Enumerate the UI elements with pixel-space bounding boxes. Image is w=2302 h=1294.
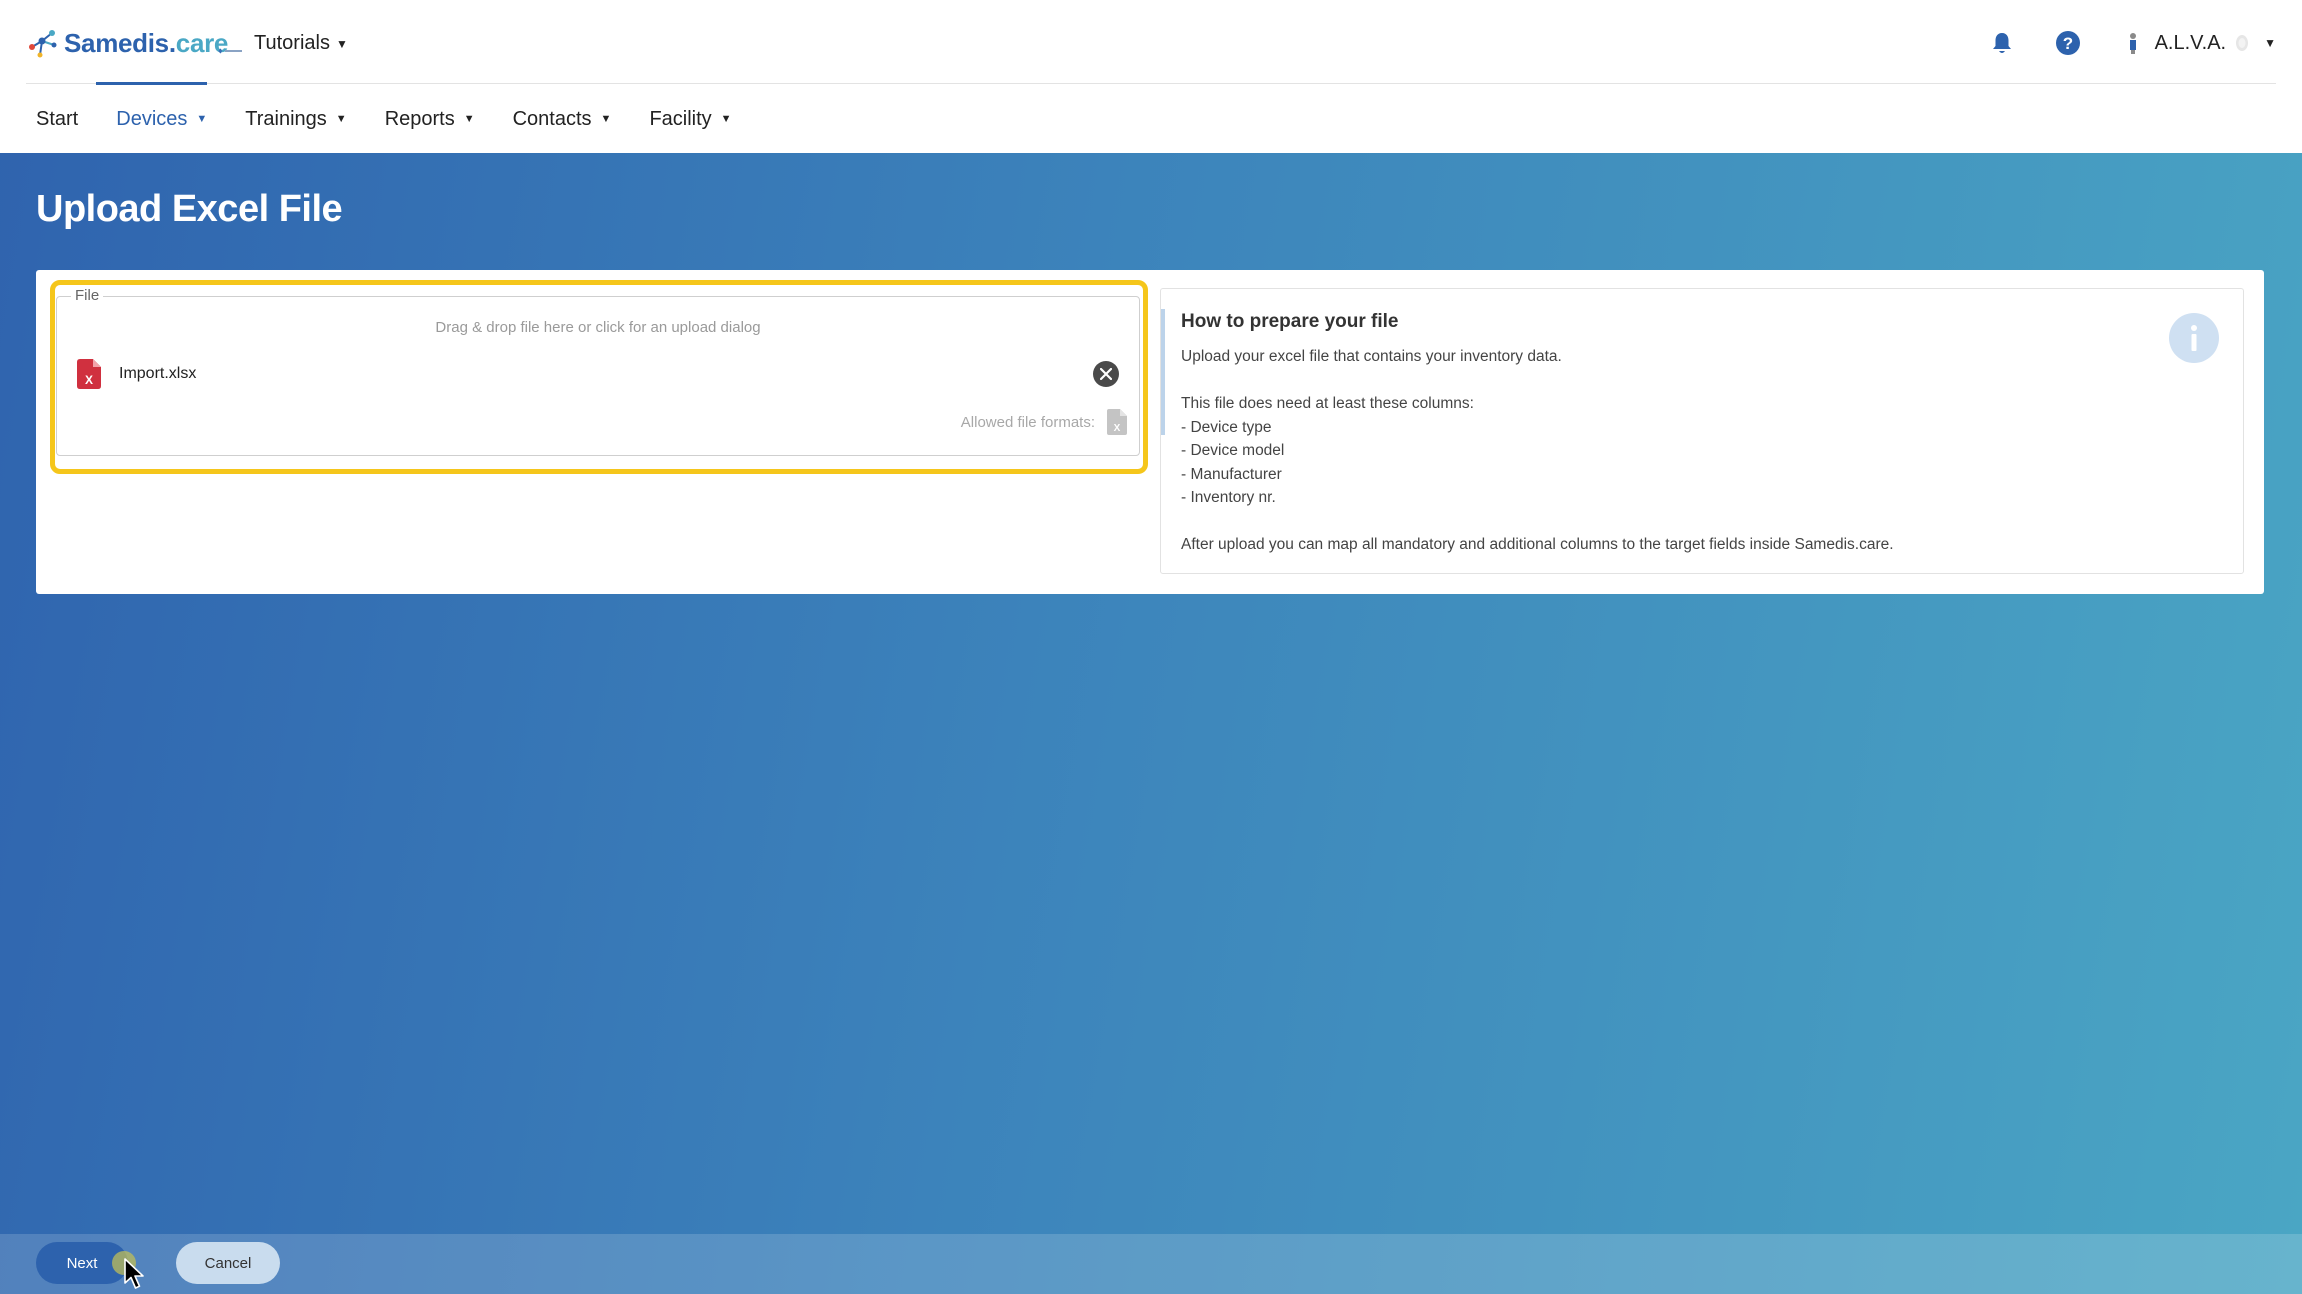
- allowed-formats-label: Allowed file formats:: [960, 413, 1095, 431]
- nav-devices[interactable]: Devices ▼: [116, 108, 207, 131]
- chevron-down-icon: ▼: [335, 36, 348, 51]
- file-field-label: File: [71, 287, 104, 304]
- instructions-line: This file does need at least these colum…: [1181, 395, 1474, 412]
- svg-text:X: X: [85, 373, 93, 387]
- svg-text:?: ?: [2062, 34, 2072, 53]
- user-avatar-icon: [2236, 35, 2249, 51]
- nav-facility-label: Facility: [649, 107, 712, 130]
- chevron-down-icon: ▼: [720, 113, 732, 125]
- tenant-name: Tutorials: [254, 32, 330, 54]
- instructions-line: [1181, 510, 1894, 534]
- remove-file-button[interactable]: [1093, 361, 1119, 387]
- svg-text:X: X: [1114, 423, 1121, 434]
- instructions-line: Upload your excel file that contains you…: [1181, 348, 1562, 365]
- instructions-text: Upload your excel file that contains you…: [1181, 345, 1894, 557]
- header-actions: ? A.L.V.A. ▼: [1953, 26, 2276, 60]
- help-icon[interactable]: ?: [2051, 26, 2085, 60]
- instructions-line: After upload you can map all mandatory a…: [1181, 536, 1894, 553]
- nav-reports[interactable]: Reports ▼: [385, 108, 475, 131]
- tenant-logo-icon: [218, 39, 244, 53]
- chevron-down-icon: ▼: [600, 113, 612, 125]
- user-name: A.L.V.A.: [2154, 31, 2227, 54]
- tenant-selector[interactable]: Tutorials ▼: [218, 32, 348, 55]
- instructions-line: - Device type: [1181, 418, 1272, 436]
- close-icon: [1100, 368, 1112, 380]
- nav-trainings-label: Trainings: [245, 107, 327, 130]
- file-name: Import.xlsx: [119, 365, 197, 382]
- mouse-cursor-icon: [124, 1258, 144, 1289]
- instructions-title: How to prepare your file: [1181, 311, 1399, 332]
- page-title: Upload Excel File: [36, 188, 343, 230]
- nav-start[interactable]: Start: [36, 108, 78, 131]
- file-dropzone[interactable]: File Drag & drop file here or click for …: [56, 287, 1140, 456]
- user-menu[interactable]: A.L.V.A. ▼: [2125, 32, 2276, 55]
- excel-format-icon: X: [1107, 409, 1127, 435]
- instructions-line: [1181, 369, 1894, 393]
- uploaded-file-item: X Import.xlsx: [77, 359, 196, 389]
- user-icon: [2129, 33, 2136, 54]
- instructions-line: - Inventory nr.: [1181, 489, 1276, 506]
- active-section-indicator: [96, 82, 207, 85]
- bell-icon[interactable]: [1985, 26, 2019, 60]
- nav-contacts[interactable]: Contacts ▼: [513, 108, 612, 131]
- instructions-line: - Device model: [1181, 442, 1285, 459]
- instructions-panel: How to prepare your file Upload your exc…: [1160, 288, 2244, 574]
- action-footer: Next Cancel: [0, 1234, 2302, 1294]
- chevron-down-icon: ▼: [196, 113, 208, 125]
- app-header: Samedis.care Tutorials ▼ ? A.L.V.A. ▼ St…: [0, 0, 2302, 153]
- nav-facility[interactable]: Facility ▼: [649, 108, 731, 131]
- chevron-down-icon: ▼: [463, 113, 475, 125]
- info-accent-bar: [1161, 309, 1165, 435]
- nav-devices-label: Devices: [116, 107, 188, 130]
- brand-name: Samedis.care: [64, 28, 228, 59]
- allowed-formats: Allowed file formats: X: [961, 409, 1127, 435]
- nav-contacts-label: Contacts: [512, 107, 592, 130]
- cancel-button[interactable]: Cancel: [176, 1242, 280, 1284]
- brand-logo[interactable]: Samedis.care: [26, 26, 228, 60]
- nav-trainings[interactable]: Trainings ▼: [245, 108, 346, 131]
- samedis-molecule-icon: [29, 30, 57, 58]
- excel-file-icon: X: [77, 359, 101, 389]
- main-nav: Start Devices ▼ Trainings ▼ Reports ▼ Co…: [36, 104, 770, 134]
- chevron-down-icon: ▼: [335, 113, 347, 125]
- dropzone-hint[interactable]: Drag & drop file here or click for an up…: [57, 319, 1139, 336]
- top-bar: Samedis.care Tutorials ▼ ? A.L.V.A. ▼: [26, 0, 2276, 85]
- brand-name-part1: Samedis.: [64, 27, 176, 58]
- instructions-line: - Manufacturer: [1181, 465, 1282, 483]
- chevron-down-icon: ▼: [2264, 36, 2276, 50]
- upload-card: File Drag & drop file here or click for …: [36, 270, 2264, 594]
- info-icon: [2169, 313, 2219, 363]
- nav-start-label: Start: [36, 107, 79, 130]
- nav-reports-label: Reports: [384, 107, 455, 130]
